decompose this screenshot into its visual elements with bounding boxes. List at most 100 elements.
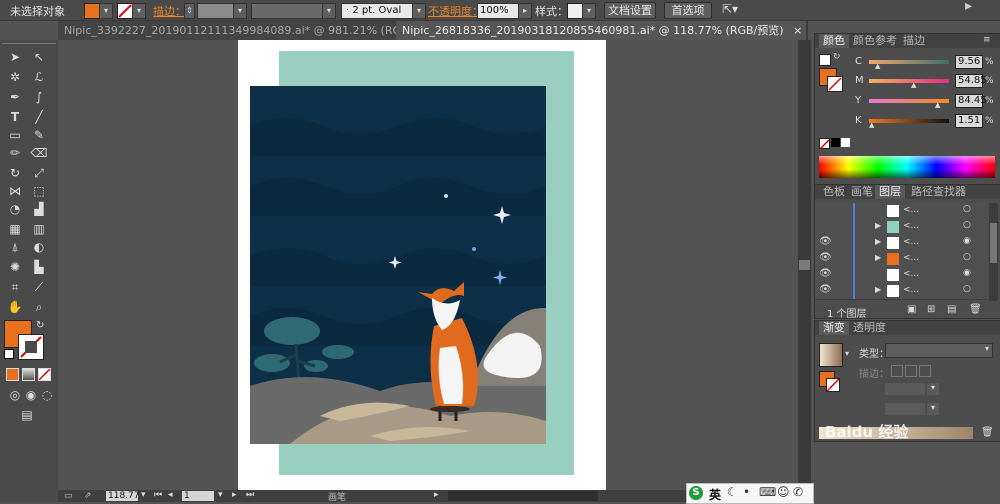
gradient-preview-dropdown-icon[interactable]: ▾ — [845, 349, 849, 358]
delete-layer-icon[interactable]: 🗑 — [969, 304, 982, 315]
panel-stroke-swatch[interactable] — [827, 76, 843, 92]
layer-row[interactable]: 👁 ▶ <... ○ — [815, 283, 987, 300]
zoom-dropdown-icon[interactable]: ▾ — [141, 490, 146, 500]
target-icon[interactable]: ○ — [963, 284, 971, 294]
slider-thumb-icon[interactable]: ▲ — [911, 81, 916, 89]
eye-icon[interactable]: 👁 — [819, 284, 832, 295]
black-value[interactable]: 1.51 — [955, 114, 983, 128]
scale-tool-icon[interactable]: ⤢ — [30, 164, 48, 182]
slider-thumb-icon[interactable]: ▲ — [869, 121, 874, 129]
stroke-weight-field[interactable] — [197, 3, 235, 19]
zoom-tool-icon[interactable]: ⌕ — [30, 298, 48, 316]
pencil-tool-icon[interactable]: ✏ — [6, 144, 24, 162]
make-clipping-mask-icon[interactable]: ▣ — [907, 304, 916, 315]
cyan-value[interactable]: 9.56 — [955, 55, 983, 69]
ime-toolbar[interactable]: S 英 ☾ • ⌨ ☺ ✆ — [686, 483, 814, 504]
eyedropper-tool-icon[interactable]: ⍋ — [6, 238, 24, 256]
layer-name[interactable]: <... — [903, 221, 919, 231]
variable-width-dropdown-icon[interactable]: ▾ — [322, 3, 336, 19]
white-color-icon[interactable] — [841, 138, 850, 147]
lasso-tool-icon[interactable]: ℒ — [30, 68, 48, 86]
none-color-icon[interactable] — [819, 138, 830, 150]
tab-swatches[interactable]: 色板 — [819, 185, 849, 199]
stroke-weight-dropdown-icon[interactable]: ▾ — [233, 3, 247, 19]
layer-name[interactable]: <... — [903, 237, 919, 247]
last-artboard-icon[interactable]: ⏭ — [246, 490, 254, 500]
expand-arrow-icon[interactable]: ▶ — [875, 253, 881, 262]
gradient-stroke-swatch[interactable] — [826, 378, 840, 392]
stroke-swatch[interactable] — [117, 3, 133, 19]
arrange-icon[interactable]: ⇱▾ — [722, 2, 738, 16]
layer-name[interactable]: <... — [903, 269, 919, 279]
perspective-grid-tool-icon[interactable]: ▟ — [30, 200, 48, 218]
tab-document-1[interactable]: Nipic_3392227_20190112111349984089.ai* @… — [58, 21, 439, 40]
target-icon[interactable]: ○ — [963, 252, 971, 262]
default-colors-icon[interactable] — [4, 349, 14, 359]
shape-builder-tool-icon[interactable]: ◔ — [6, 200, 24, 218]
tab-brushes[interactable]: 画笔 — [847, 185, 877, 199]
fox-illustration[interactable] — [250, 86, 546, 444]
tab-pathfinder[interactable]: 路径查找器 — [907, 185, 970, 199]
document-setup-button[interactable]: 文档设置 — [604, 2, 656, 19]
gradient-preview[interactable] — [819, 343, 843, 367]
brush-profile-dropdown-icon[interactable]: ▾ — [412, 3, 426, 19]
preferences-button[interactable]: 首选项 — [664, 2, 712, 19]
layer-name[interactable]: <... — [903, 285, 919, 295]
layer-row[interactable]: 👁 <... ◉ — [815, 267, 987, 284]
canvas-area[interactable] — [58, 40, 798, 490]
vertical-scrollbar[interactable] — [798, 40, 811, 490]
rectangle-tool-icon[interactable]: ▭ — [6, 126, 24, 144]
yellow-value[interactable]: 84.45 — [955, 94, 987, 108]
free-transform-tool-icon[interactable]: ⬚ — [30, 182, 48, 200]
stroke-dropdown-icon[interactable]: ▾ — [132, 3, 146, 19]
stroke-option-icon[interactable] — [905, 365, 917, 377]
opacity-dropdown-icon[interactable]: ▸ — [518, 3, 532, 19]
style-dropdown-icon[interactable]: ▾ — [582, 3, 596, 19]
expand-arrow-icon[interactable]: ▶ — [875, 237, 881, 246]
eye-icon[interactable]: 👁 — [819, 268, 832, 279]
panel-menu-icon[interactable]: ▸ — [965, 0, 972, 14]
target-icon[interactable]: ◉ — [963, 268, 971, 278]
export-icon[interactable]: ⇗ — [84, 491, 92, 501]
stroke-color-box[interactable] — [18, 334, 44, 360]
tab-transparency[interactable]: 透明度 — [849, 321, 890, 335]
opacity-label[interactable]: 不透明度： — [428, 3, 483, 19]
target-icon[interactable]: ○ — [963, 204, 971, 214]
stroke-option-icon[interactable] — [891, 365, 903, 377]
direct-selection-tool-icon[interactable]: ↖ — [30, 48, 48, 66]
eye-icon[interactable]: 👁 — [819, 252, 832, 263]
draw-inside-icon[interactable]: ◌ — [38, 386, 56, 404]
visibility-empty[interactable] — [819, 206, 829, 216]
next-artboard-icon[interactable]: ▸ — [232, 490, 237, 500]
tab-stroke[interactable]: 描边 — [899, 34, 929, 48]
width-tool-icon[interactable]: ⋈ — [6, 182, 24, 200]
status-menu-icon[interactable]: ▸ — [434, 490, 439, 500]
status-icon[interactable]: ▭ — [64, 491, 73, 501]
artboard-tool-icon[interactable]: ⌗ — [6, 278, 24, 296]
tab-color[interactable]: 颜色 — [819, 34, 849, 48]
swap-fill-stroke-icon[interactable]: ↻ — [36, 320, 44, 331]
tab-layers[interactable]: 图层 — [875, 185, 905, 199]
vertical-scroll-thumb[interactable] — [799, 260, 810, 270]
settings-wrench-icon[interactable]: ✆ — [793, 485, 803, 499]
close-tab-icon[interactable]: × — [793, 24, 802, 37]
hand-tool-icon[interactable]: ✋ — [6, 298, 24, 316]
layers-scroll-thumb[interactable] — [990, 223, 997, 263]
column-graph-tool-icon[interactable]: ▙ — [30, 258, 48, 276]
pen-tool-icon[interactable]: ✒ — [6, 88, 24, 106]
prev-artboard-icon[interactable]: ◂ — [168, 490, 173, 500]
new-layer-icon[interactable]: ▤ — [947, 304, 956, 315]
moon-icon[interactable]: ☾ — [727, 485, 738, 499]
keyboard-icon[interactable]: ⌨ — [759, 485, 776, 499]
stroke-stepper-icon[interactable]: ⇕ — [184, 3, 195, 19]
black-slider[interactable] — [869, 119, 949, 123]
panel-options-icon[interactable]: ≡ — [983, 35, 991, 45]
layer-row[interactable]: 👁 ▶ <... ○ — [815, 251, 987, 268]
expand-arrow-icon[interactable]: ▶ — [875, 221, 881, 230]
first-artboard-icon[interactable]: ⏮ — [154, 490, 162, 500]
paintbrush-tool-icon[interactable]: ✎ — [30, 126, 48, 144]
user-icon[interactable]: ☺ — [777, 485, 790, 499]
magenta-slider[interactable] — [869, 79, 949, 83]
magenta-value[interactable]: 54.85 — [955, 74, 987, 88]
type-tool-icon[interactable]: T — [6, 108, 24, 126]
